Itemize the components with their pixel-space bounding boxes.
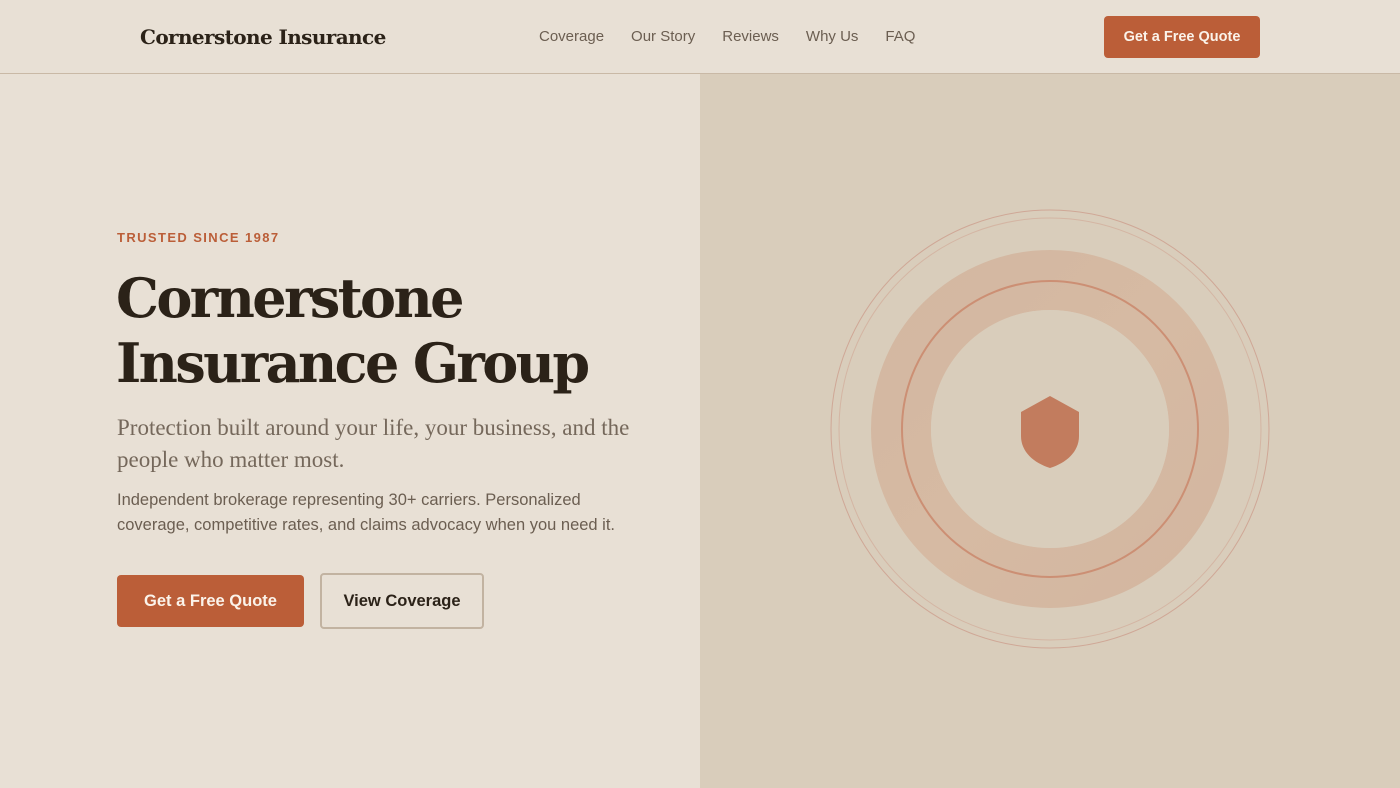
nav-link-why-us[interactable]: Why Us [806, 27, 859, 47]
top-navigation: Cornerstone Insurance Coverage Our Story… [0, 0, 1400, 74]
hero-title-line-1: Cornerstone [116, 266, 465, 330]
nav-link-our-story[interactable]: Our Story [631, 27, 695, 47]
nav-links: Coverage Our Story Reviews Why Us FAQ [539, 27, 915, 47]
brand-logo[interactable]: Cornerstone Insurance [140, 24, 386, 50]
view-coverage-button[interactable]: View Coverage [320, 573, 484, 629]
hero-title: Cornerstone Insurance Group [116, 266, 676, 396]
get-quote-button[interactable]: Get a Free Quote [117, 575, 304, 627]
nav-get-quote-button[interactable]: Get a Free Quote [1104, 16, 1260, 58]
nav-link-coverage[interactable]: Coverage [539, 27, 604, 47]
hero-title-line-2: Insurance Group [116, 331, 590, 395]
hero-description: Independent brokerage representing 30+ c… [117, 491, 616, 534]
nav-link-faq[interactable]: FAQ [885, 27, 915, 47]
nav-link-reviews[interactable]: Reviews [722, 27, 779, 47]
shield-emblem-illustration [830, 209, 1270, 649]
hero-subtitle: Protection built around your life, your … [117, 415, 630, 472]
hero-eyebrow: TRUSTED SINCE 1987 [117, 230, 280, 245]
